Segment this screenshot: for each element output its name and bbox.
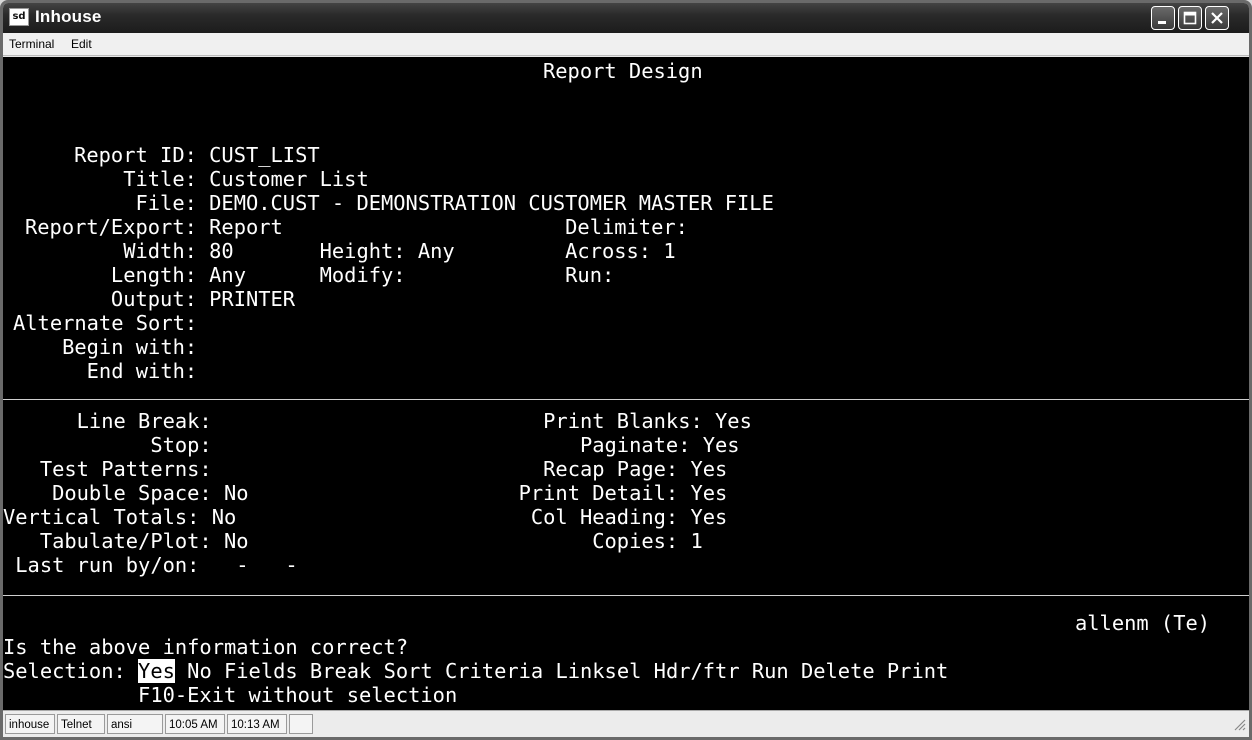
resize-grip-icon[interactable] — [1231, 716, 1247, 732]
maximize-button[interactable] — [1178, 6, 1202, 30]
selection-options[interactable]: No Fields Break Sort Criteria Linksel Hd… — [175, 659, 948, 683]
field-report-export: Report/Export: Report Delimiter: — [25, 215, 688, 239]
confirm-prompt: Is the above information correct? — [3, 635, 409, 659]
minimize-icon — [1158, 21, 1166, 24]
close-icon — [1211, 12, 1223, 24]
field-title: Title: Customer List — [25, 167, 369, 191]
field-vertical-totals: Vertical Totals: No Col Heading: Yes — [3, 505, 728, 529]
field-file: File: DEMO.CUST - DEMONSTRATION CUSTOMER… — [25, 191, 774, 215]
selection-option-yes[interactable]: Yes — [138, 659, 175, 683]
status-time-connected: 10:05 AM — [165, 714, 225, 734]
terminal-window: sd Inhouse Terminal Edit Report Design R… — [0, 0, 1252, 740]
selection-line: Selection: Yes No Fields Break Sort Crit… — [3, 659, 948, 683]
status-empty-panel — [289, 714, 313, 734]
app-icon[interactable]: sd — [9, 8, 29, 26]
field-end-with: End with: — [13, 359, 198, 383]
status-bar: inhouse Telnet ansi 10:05 AM 10:13 AM — [3, 710, 1249, 737]
field-output: Output: PRINTER — [25, 287, 296, 311]
menu-terminal[interactable]: Terminal — [9, 37, 54, 51]
terminal-screen[interactable]: Report Design Report ID: CUST_LIST Title… — [3, 57, 1249, 710]
field-stop: Stop: Paginate: Yes — [3, 433, 740, 457]
status-emulation: ansi — [107, 714, 163, 734]
screen-heading: Report Design — [543, 59, 703, 83]
status-host: inhouse — [5, 714, 55, 734]
divider-bottom — [3, 595, 1249, 596]
title-bar[interactable]: sd Inhouse — [3, 3, 1249, 33]
field-last-run: Last run by/on: - - — [3, 553, 298, 577]
field-test-patterns: Test Patterns: Recap Page: Yes — [3, 457, 728, 481]
status-time-current: 10:13 AM — [227, 714, 287, 734]
exit-hint: F10-Exit without selection — [3, 683, 458, 707]
minimize-button[interactable] — [1151, 6, 1175, 30]
menu-edit[interactable]: Edit — [71, 37, 92, 51]
window-title: Inhouse — [35, 7, 102, 26]
field-begin-with: Begin with: — [13, 335, 198, 359]
divider-top — [3, 399, 1249, 400]
field-line-break: Line Break: Print Blanks: Yes — [3, 409, 752, 433]
selection-label: Selection: — [3, 659, 139, 683]
status-protocol: Telnet — [57, 714, 105, 734]
user-status: allenm (Te) — [1075, 611, 1211, 635]
menu-bar: Terminal Edit — [3, 33, 1249, 56]
maximize-icon — [1183, 11, 1197, 25]
close-button[interactable] — [1205, 6, 1229, 30]
field-length: Length: Any Modify: Run: — [25, 263, 615, 287]
field-report-id: Report ID: CUST_LIST — [25, 143, 320, 167]
field-width: Width: 80 Height: Any Across: 1 — [25, 239, 676, 263]
field-tabulate-plot: Tabulate/Plot: No Copies: 1 — [3, 529, 703, 553]
field-double-space: Double Space: No Print Detail: Yes — [3, 481, 728, 505]
field-alternate-sort: Alternate Sort: — [13, 311, 198, 335]
